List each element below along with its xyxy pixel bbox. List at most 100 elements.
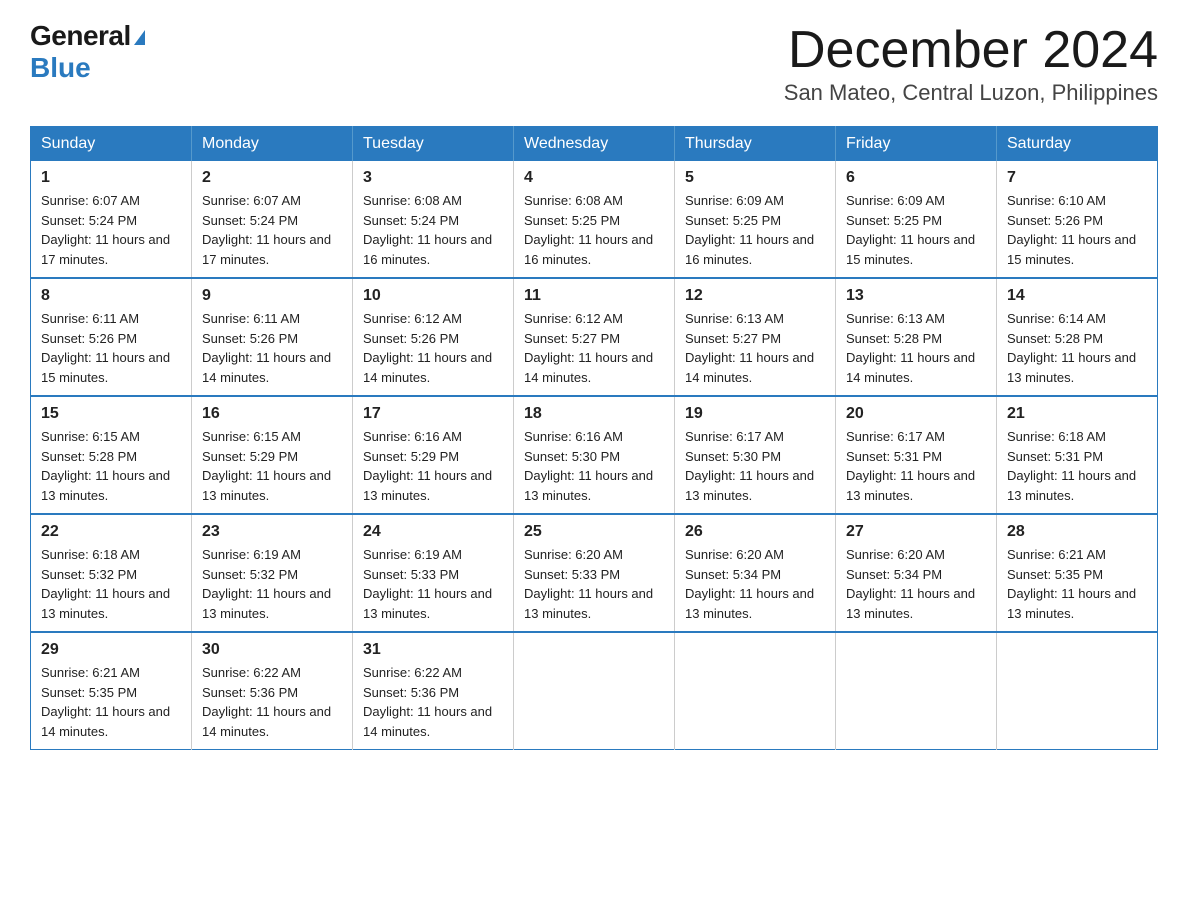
day-number: 4 xyxy=(524,169,664,187)
table-row: 5 Sunrise: 6:09 AMSunset: 5:25 PMDayligh… xyxy=(675,161,836,278)
day-number: 3 xyxy=(363,169,503,187)
table-row: 25 Sunrise: 6:20 AMSunset: 5:33 PMDaylig… xyxy=(514,514,675,632)
day-number: 7 xyxy=(1007,169,1147,187)
day-number: 16 xyxy=(202,405,342,423)
day-info: Sunrise: 6:09 AMSunset: 5:25 PMDaylight:… xyxy=(685,193,814,267)
day-number: 29 xyxy=(41,641,181,659)
day-info: Sunrise: 6:14 AMSunset: 5:28 PMDaylight:… xyxy=(1007,311,1136,385)
table-row: 24 Sunrise: 6:19 AMSunset: 5:33 PMDaylig… xyxy=(353,514,514,632)
day-number: 20 xyxy=(846,405,986,423)
calendar-week-row: 22 Sunrise: 6:18 AMSunset: 5:32 PMDaylig… xyxy=(31,514,1158,632)
day-number: 13 xyxy=(846,287,986,305)
page-title: December 2024 xyxy=(784,20,1158,80)
day-number: 26 xyxy=(685,523,825,541)
page-header: General Blue December 2024 San Mateo, Ce… xyxy=(30,20,1158,106)
day-info: Sunrise: 6:15 AMSunset: 5:28 PMDaylight:… xyxy=(41,429,170,503)
day-number: 21 xyxy=(1007,405,1147,423)
day-info: Sunrise: 6:21 AMSunset: 5:35 PMDaylight:… xyxy=(1007,547,1136,621)
day-number: 14 xyxy=(1007,287,1147,305)
day-info: Sunrise: 6:18 AMSunset: 5:31 PMDaylight:… xyxy=(1007,429,1136,503)
table-row: 20 Sunrise: 6:17 AMSunset: 5:31 PMDaylig… xyxy=(836,396,997,514)
day-info: Sunrise: 6:20 AMSunset: 5:34 PMDaylight:… xyxy=(846,547,975,621)
header-tuesday: Tuesday xyxy=(353,127,514,162)
table-row: 10 Sunrise: 6:12 AMSunset: 5:26 PMDaylig… xyxy=(353,278,514,396)
table-row: 29 Sunrise: 6:21 AMSunset: 5:35 PMDaylig… xyxy=(31,632,192,750)
calendar-week-row: 29 Sunrise: 6:21 AMSunset: 5:35 PMDaylig… xyxy=(31,632,1158,750)
day-number: 17 xyxy=(363,405,503,423)
day-info: Sunrise: 6:16 AMSunset: 5:29 PMDaylight:… xyxy=(363,429,492,503)
day-number: 27 xyxy=(846,523,986,541)
day-info: Sunrise: 6:20 AMSunset: 5:34 PMDaylight:… xyxy=(685,547,814,621)
table-row: 9 Sunrise: 6:11 AMSunset: 5:26 PMDayligh… xyxy=(192,278,353,396)
day-number: 24 xyxy=(363,523,503,541)
day-number: 28 xyxy=(1007,523,1147,541)
day-number: 31 xyxy=(363,641,503,659)
day-info: Sunrise: 6:22 AMSunset: 5:36 PMDaylight:… xyxy=(202,665,331,739)
table-row: 18 Sunrise: 6:16 AMSunset: 5:30 PMDaylig… xyxy=(514,396,675,514)
table-row: 13 Sunrise: 6:13 AMSunset: 5:28 PMDaylig… xyxy=(836,278,997,396)
header-thursday: Thursday xyxy=(675,127,836,162)
table-row: 19 Sunrise: 6:17 AMSunset: 5:30 PMDaylig… xyxy=(675,396,836,514)
day-info: Sunrise: 6:17 AMSunset: 5:30 PMDaylight:… xyxy=(685,429,814,503)
day-info: Sunrise: 6:19 AMSunset: 5:33 PMDaylight:… xyxy=(363,547,492,621)
table-row: 7 Sunrise: 6:10 AMSunset: 5:26 PMDayligh… xyxy=(997,161,1158,278)
table-row: 12 Sunrise: 6:13 AMSunset: 5:27 PMDaylig… xyxy=(675,278,836,396)
day-info: Sunrise: 6:07 AMSunset: 5:24 PMDaylight:… xyxy=(41,193,170,267)
table-row: 28 Sunrise: 6:21 AMSunset: 5:35 PMDaylig… xyxy=(997,514,1158,632)
day-info: Sunrise: 6:20 AMSunset: 5:33 PMDaylight:… xyxy=(524,547,653,621)
table-row: 30 Sunrise: 6:22 AMSunset: 5:36 PMDaylig… xyxy=(192,632,353,750)
day-info: Sunrise: 6:12 AMSunset: 5:27 PMDaylight:… xyxy=(524,311,653,385)
page-subtitle: San Mateo, Central Luzon, Philippines xyxy=(784,80,1158,106)
table-row xyxy=(514,632,675,750)
table-row xyxy=(675,632,836,750)
day-number: 23 xyxy=(202,523,342,541)
day-info: Sunrise: 6:08 AMSunset: 5:24 PMDaylight:… xyxy=(363,193,492,267)
day-number: 15 xyxy=(41,405,181,423)
day-number: 19 xyxy=(685,405,825,423)
day-info: Sunrise: 6:12 AMSunset: 5:26 PMDaylight:… xyxy=(363,311,492,385)
table-row: 16 Sunrise: 6:15 AMSunset: 5:29 PMDaylig… xyxy=(192,396,353,514)
day-number: 6 xyxy=(846,169,986,187)
day-number: 11 xyxy=(524,287,664,305)
table-row: 21 Sunrise: 6:18 AMSunset: 5:31 PMDaylig… xyxy=(997,396,1158,514)
table-row: 27 Sunrise: 6:20 AMSunset: 5:34 PMDaylig… xyxy=(836,514,997,632)
day-info: Sunrise: 6:21 AMSunset: 5:35 PMDaylight:… xyxy=(41,665,170,739)
day-number: 10 xyxy=(363,287,503,305)
table-row: 1 Sunrise: 6:07 AMSunset: 5:24 PMDayligh… xyxy=(31,161,192,278)
day-number: 9 xyxy=(202,287,342,305)
header-monday: Monday xyxy=(192,127,353,162)
header-wednesday: Wednesday xyxy=(514,127,675,162)
table-row: 6 Sunrise: 6:09 AMSunset: 5:25 PMDayligh… xyxy=(836,161,997,278)
table-row: 4 Sunrise: 6:08 AMSunset: 5:25 PMDayligh… xyxy=(514,161,675,278)
logo-blue-text: Blue xyxy=(30,52,91,83)
table-row: 3 Sunrise: 6:08 AMSunset: 5:24 PMDayligh… xyxy=(353,161,514,278)
logo: General Blue xyxy=(30,20,145,84)
calendar-week-row: 1 Sunrise: 6:07 AMSunset: 5:24 PMDayligh… xyxy=(31,161,1158,278)
table-row xyxy=(836,632,997,750)
table-row: 31 Sunrise: 6:22 AMSunset: 5:36 PMDaylig… xyxy=(353,632,514,750)
day-info: Sunrise: 6:10 AMSunset: 5:26 PMDaylight:… xyxy=(1007,193,1136,267)
day-info: Sunrise: 6:17 AMSunset: 5:31 PMDaylight:… xyxy=(846,429,975,503)
table-row: 8 Sunrise: 6:11 AMSunset: 5:26 PMDayligh… xyxy=(31,278,192,396)
day-info: Sunrise: 6:19 AMSunset: 5:32 PMDaylight:… xyxy=(202,547,331,621)
calendar-header-row: Sunday Monday Tuesday Wednesday Thursday… xyxy=(31,127,1158,162)
table-row: 26 Sunrise: 6:20 AMSunset: 5:34 PMDaylig… xyxy=(675,514,836,632)
day-info: Sunrise: 6:18 AMSunset: 5:32 PMDaylight:… xyxy=(41,547,170,621)
day-info: Sunrise: 6:13 AMSunset: 5:28 PMDaylight:… xyxy=(846,311,975,385)
day-info: Sunrise: 6:13 AMSunset: 5:27 PMDaylight:… xyxy=(685,311,814,385)
day-number: 2 xyxy=(202,169,342,187)
table-row: 15 Sunrise: 6:15 AMSunset: 5:28 PMDaylig… xyxy=(31,396,192,514)
calendar-week-row: 15 Sunrise: 6:15 AMSunset: 5:28 PMDaylig… xyxy=(31,396,1158,514)
day-info: Sunrise: 6:07 AMSunset: 5:24 PMDaylight:… xyxy=(202,193,331,267)
day-info: Sunrise: 6:09 AMSunset: 5:25 PMDaylight:… xyxy=(846,193,975,267)
day-number: 8 xyxy=(41,287,181,305)
table-row: 14 Sunrise: 6:14 AMSunset: 5:28 PMDaylig… xyxy=(997,278,1158,396)
header-sunday: Sunday xyxy=(31,127,192,162)
table-row: 22 Sunrise: 6:18 AMSunset: 5:32 PMDaylig… xyxy=(31,514,192,632)
day-number: 5 xyxy=(685,169,825,187)
day-number: 30 xyxy=(202,641,342,659)
day-info: Sunrise: 6:08 AMSunset: 5:25 PMDaylight:… xyxy=(524,193,653,267)
calendar-table: Sunday Monday Tuesday Wednesday Thursday… xyxy=(30,126,1158,750)
day-info: Sunrise: 6:16 AMSunset: 5:30 PMDaylight:… xyxy=(524,429,653,503)
table-row: 11 Sunrise: 6:12 AMSunset: 5:27 PMDaylig… xyxy=(514,278,675,396)
